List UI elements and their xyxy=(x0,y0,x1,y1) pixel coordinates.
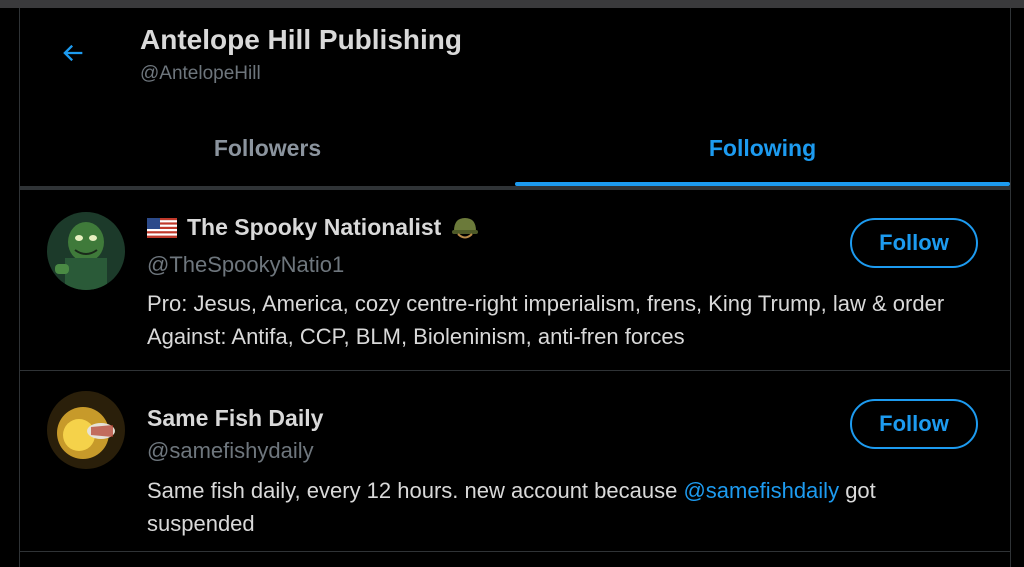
bio-text: Same fish daily, every 12 hours. new acc… xyxy=(147,478,684,503)
active-tab-indicator xyxy=(515,182,1010,186)
user-name[interactable]: The Spooky Nationalist xyxy=(187,214,441,241)
user-name-line: Same Fish Daily xyxy=(147,405,323,432)
user-handle[interactable]: @samefishydaily xyxy=(147,438,314,464)
window-top-bar xyxy=(0,0,1024,8)
user-name[interactable]: Same Fish Daily xyxy=(147,405,323,432)
user-cell[interactable]: The Spooky Nationalist @TheSpookyNatio1 … xyxy=(20,190,1010,371)
user-bio: Same fish daily, every 12 hours. new acc… xyxy=(147,474,967,540)
mention-link[interactable]: @samefishdaily xyxy=(683,478,839,503)
tab-followers[interactable]: Followers xyxy=(20,110,515,186)
army-helmet-icon xyxy=(452,217,479,238)
user-handle[interactable]: @TheSpookyNatio1 xyxy=(147,252,344,278)
avatar[interactable] xyxy=(47,391,125,469)
user-bio: Pro: Jesus, America, cozy centre-right i… xyxy=(147,291,945,349)
user-cell[interactable]: Same Fish Daily @samefishydaily Same fis… xyxy=(20,371,1010,552)
follow-button[interactable]: Follow xyxy=(850,218,978,268)
page-title: Antelope Hill Publishing xyxy=(140,24,462,55)
tab-bar: Followers Following xyxy=(20,110,1010,190)
back-button[interactable] xyxy=(56,36,90,70)
back-arrow-icon xyxy=(63,44,83,62)
page-handle: @AntelopeHill xyxy=(140,63,261,84)
tab-following[interactable]: Following xyxy=(515,110,1010,186)
user-name-line: The Spooky Nationalist xyxy=(147,214,479,241)
us-flag-icon xyxy=(147,217,177,238)
follow-button[interactable]: Follow xyxy=(850,399,978,449)
following-column: Antelope Hill Publishing @AntelopeHill F… xyxy=(19,8,1011,567)
avatar[interactable] xyxy=(47,212,125,290)
